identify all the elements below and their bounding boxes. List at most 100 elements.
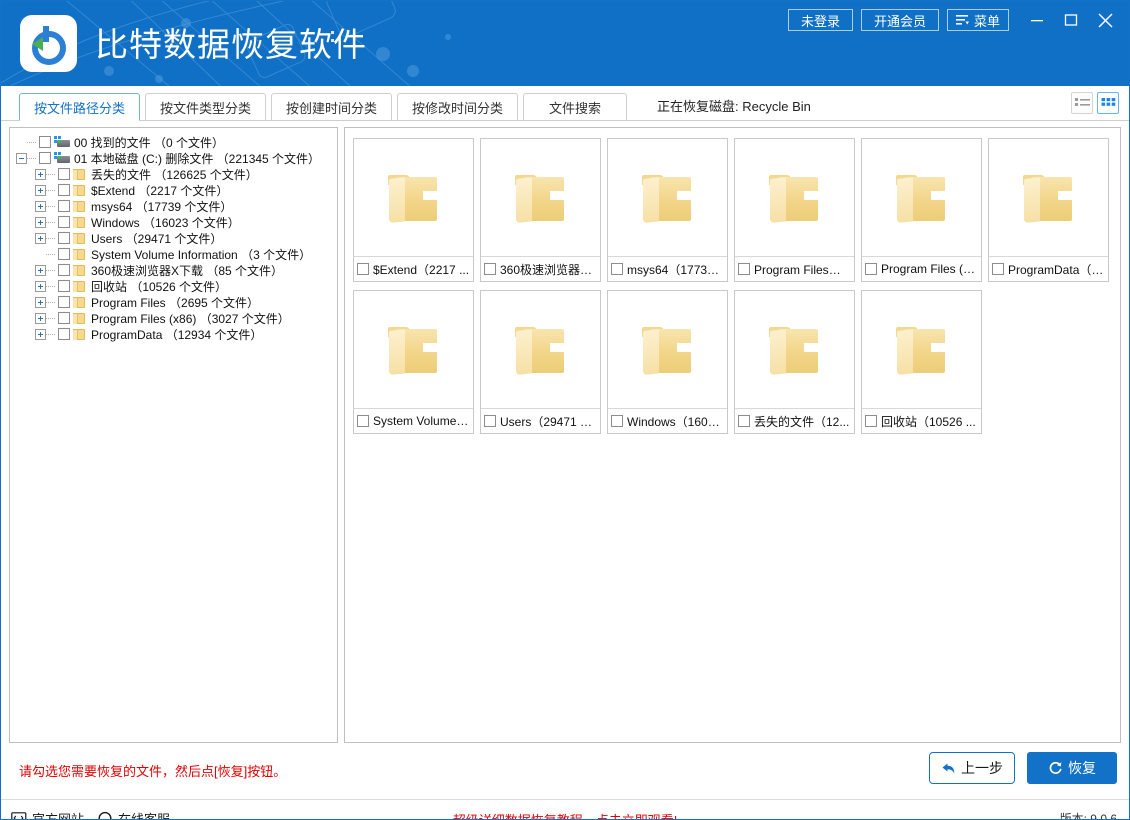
tab-by-file-path[interactable]: 按文件路径分类 <box>19 93 140 121</box>
online-service-link[interactable]: 在线客服 <box>97 809 170 820</box>
tab-by-file-type[interactable]: 按文件类型分类 <box>145 93 266 121</box>
file-item-checkbox[interactable] <box>611 415 623 427</box>
file-item-checkbox[interactable] <box>611 263 623 275</box>
tree-node-checkbox[interactable] <box>58 232 70 244</box>
app-window: 比特数据恢复软件 未登录 开通会员 菜单 <box>0 0 1130 820</box>
tree-node[interactable]: 丢失的文件 （126625 个文件） <box>16 166 337 182</box>
tree-expander-toggle[interactable] <box>35 217 46 228</box>
tree-node-checkbox[interactable] <box>58 312 70 324</box>
tab-by-create-time[interactable]: 按创建时间分类 <box>271 93 392 121</box>
tree-node[interactable]: Users （29471 个文件） <box>16 230 337 246</box>
file-item-checkbox[interactable] <box>484 415 496 427</box>
tree-expander-toggle[interactable] <box>35 265 46 276</box>
file-thumbnail <box>862 139 981 257</box>
promo-link[interactable]: 超级详细数据恢复教程，点击立即观看! <box>453 810 678 820</box>
folder-icon <box>1022 173 1076 223</box>
file-grid: $Extend（2217 ...360极速浏览器X... msys64（17739… <box>353 138 1120 434</box>
file-grid-item[interactable]: Program Files（26... <box>734 138 855 282</box>
tree-expander-toggle[interactable] <box>35 169 46 180</box>
logo-icon <box>27 22 71 66</box>
tree-node-checkbox[interactable] <box>58 248 70 260</box>
recover-button[interactable]: 恢复 <box>1027 752 1117 784</box>
folder-icon <box>387 325 441 375</box>
tree-node-checkbox[interactable] <box>58 264 70 276</box>
tree-node-checkbox[interactable] <box>39 152 51 164</box>
tree-node[interactable]: 360极速浏览器X下载 （85 个文件） <box>16 262 337 278</box>
file-grid-panel[interactable]: $Extend（2217 ...360极速浏览器X... msys64（17739… <box>344 127 1121 743</box>
tree-node-checkbox[interactable] <box>58 216 70 228</box>
file-item-checkbox[interactable] <box>357 263 369 275</box>
tree-node-checkbox[interactable] <box>58 280 70 292</box>
tree-node-label: 丢失的文件 （126625 个文件） <box>91 166 258 183</box>
tree-expander-toggle[interactable] <box>35 313 46 324</box>
tree-node-label: msys64 （17739 个文件） <box>91 198 232 215</box>
folder-icon <box>73 168 86 180</box>
minimize-button[interactable] <box>1023 7 1051 33</box>
tree-connector <box>46 318 55 319</box>
headset-icon <box>97 811 113 820</box>
file-thumbnail <box>608 139 727 257</box>
tab-by-modify-time[interactable]: 按修改时间分类 <box>397 93 518 121</box>
close-button[interactable] <box>1091 7 1119 33</box>
login-status-button[interactable]: 未登录 <box>788 9 853 31</box>
folder-tree-panel[interactable]: 00 找到的文件 （0 个文件）01 本地磁盘 (C:) 删除文件 （22134… <box>9 127 338 743</box>
list-view-button[interactable] <box>1071 92 1093 114</box>
menu-button[interactable]: 菜单 <box>947 9 1009 31</box>
tree-connector <box>46 254 55 255</box>
tree-node-checkbox[interactable] <box>39 136 51 148</box>
tree-node[interactable]: 00 找到的文件 （0 个文件） <box>16 134 337 150</box>
tree-node[interactable]: $Extend （2217 个文件） <box>16 182 337 198</box>
tree-expander-toggle[interactable] <box>35 297 46 308</box>
maximize-button[interactable] <box>1057 7 1085 33</box>
file-item-checkbox[interactable] <box>865 415 877 427</box>
file-grid-item[interactable]: 回收站（10526 ... <box>861 290 982 434</box>
tree-node[interactable]: Program Files (x86) （3027 个文件） <box>16 310 337 326</box>
tree-expander-toggle[interactable] <box>35 201 46 212</box>
file-grid-item[interactable]: Windows（16023 ... <box>607 290 728 434</box>
tree-node-checkbox[interactable] <box>58 168 70 180</box>
action-bar: 请勾选您需要恢复的文件，然后点[恢复]按钮。 上一步 恢复 <box>1 743 1129 799</box>
folder-icon <box>768 325 822 375</box>
open-membership-button[interactable]: 开通会员 <box>861 9 939 31</box>
tree-node[interactable]: ProgramData （12934 个文件） <box>16 326 337 342</box>
tree-node[interactable]: 01 本地磁盘 (C:) 删除文件 （221345 个文件） <box>16 150 337 166</box>
maximize-icon <box>1064 13 1078 27</box>
tab-file-search[interactable]: 文件搜索 <box>523 93 627 121</box>
folder-icon <box>895 173 949 223</box>
file-grid-item[interactable]: 丢失的文件（12... <box>734 290 855 434</box>
official-site-link[interactable]: 官方网站 <box>11 809 84 820</box>
file-grid-item[interactable]: Users（29471 个... <box>480 290 601 434</box>
tree-expander-toggle[interactable] <box>35 329 46 340</box>
tree-node-checkbox[interactable] <box>58 328 70 340</box>
file-grid-item[interactable]: 360极速浏览器X... <box>480 138 601 282</box>
tree-node-checkbox[interactable] <box>58 200 70 212</box>
file-grid-item[interactable]: $Extend（2217 ... <box>353 138 474 282</box>
tree-node[interactable]: 回收站 （10526 个文件） <box>16 278 337 294</box>
file-item-checkbox[interactable] <box>484 263 496 275</box>
back-button[interactable]: 上一步 <box>929 752 1015 784</box>
file-grid-item[interactable]: ProgramData（12... <box>988 138 1109 282</box>
file-item-label: msys64（17739 ... <box>627 261 724 278</box>
file-grid-item[interactable]: msys64（17739 ... <box>607 138 728 282</box>
file-item-checkbox[interactable] <box>738 415 750 427</box>
tree-expander-toggle[interactable] <box>35 185 46 196</box>
tree-node[interactable]: System Volume Information （3 个文件） <box>16 246 337 262</box>
grid-view-button[interactable] <box>1097 92 1119 114</box>
tree-node-checkbox[interactable] <box>58 184 70 196</box>
file-grid-item[interactable]: System Volume In... <box>353 290 474 434</box>
tree-node-checkbox[interactable] <box>58 296 70 308</box>
file-grid-item[interactable]: Program Files (x8... <box>861 138 982 282</box>
tree-node[interactable]: msys64 （17739 个文件） <box>16 198 337 214</box>
tree-node[interactable]: Program Files （2695 个文件） <box>16 294 337 310</box>
file-item-checkbox[interactable] <box>738 263 750 275</box>
file-item-checkbox[interactable] <box>865 263 877 275</box>
tree-expander-toggle[interactable] <box>35 233 46 244</box>
file-item-checkbox[interactable] <box>357 415 369 427</box>
tree-node[interactable]: Windows （16023 个文件） <box>16 214 337 230</box>
file-item-checkbox[interactable] <box>992 263 1004 275</box>
file-item-label: Users（29471 个... <box>500 413 597 430</box>
refresh-icon <box>1048 761 1063 775</box>
folder-icon <box>641 325 695 375</box>
tree-expander-toggle[interactable] <box>16 153 27 164</box>
tree-expander-toggle[interactable] <box>35 281 46 292</box>
